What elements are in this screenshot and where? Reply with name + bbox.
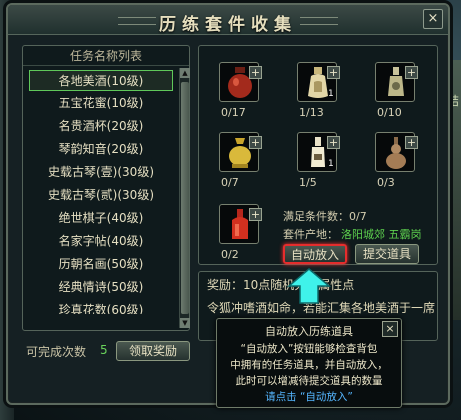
completion-count-label: 可完成次数 [26, 345, 87, 359]
tooltip-line: “自动放入”按钮能够检查背包 [240, 343, 378, 355]
reward-label: 奖励：10点随机分配属性点 [207, 278, 355, 292]
slot-count: 0/17 [221, 106, 246, 119]
task-list-item[interactable]: 史载古琴(贰)(30级) [29, 185, 173, 206]
slot-count: 0/3 [377, 176, 395, 189]
slot-count: 0/10 [377, 106, 402, 119]
add-item-icon[interactable]: + [327, 136, 340, 149]
add-item-icon[interactable]: + [249, 66, 262, 79]
tooltip-body: “自动放入”按钮能够检查背包 中拥有的任务道具，并自动放入， 此时可以增减待提交… [223, 341, 395, 405]
add-item-icon[interactable]: + [327, 66, 340, 79]
collection-panel: + 0/17 1 + 1/13 + 0/10 + 0/7 1 + 1/5 + 0… [198, 45, 438, 265]
auto-fill-button[interactable]: 自动放入 [283, 244, 347, 264]
slot-count: 0/7 [221, 176, 239, 189]
task-list-item[interactable]: 史载古琴(壹)(30级) [29, 162, 173, 183]
scroll-up-icon[interactable]: ▲ [180, 68, 190, 78]
list-scrollbar[interactable]: ▲ ▼ [179, 68, 190, 328]
task-list-item[interactable]: 珍真花数(60级) [29, 300, 173, 314]
origin-value: 洛阳城郊 五霸岗 [341, 228, 422, 241]
claim-reward-button[interactable]: 领取奖励 [116, 341, 190, 361]
tooltip-link[interactable]: 请点击 “自动放入” [223, 389, 395, 405]
add-item-icon[interactable]: + [405, 136, 418, 149]
task-list-item[interactable]: 历朝名画(50级) [29, 254, 173, 275]
task-list-item[interactable]: 经典情诗(50级) [29, 277, 173, 298]
add-item-icon[interactable]: + [249, 136, 262, 149]
title-bar[interactable]: 历练套件收集 × [8, 5, 448, 35]
owned-count: 1 [328, 159, 334, 169]
window-title: 历练套件收集 [159, 15, 297, 35]
scroll-thumb[interactable] [181, 82, 189, 314]
slot-count: 1/5 [299, 176, 317, 189]
scroll-down-icon[interactable]: ▼ [180, 318, 190, 328]
submit-items-button[interactable]: 提交道具 [355, 244, 419, 264]
task-list-panel: 任务名称列表 各地美酒(10级) 五宝花蜜(10级) 名贵酒杯(20级) 琴韵知… [22, 45, 190, 331]
auto-fill-tooltip: 自动放入历练道具 × “自动放入”按钮能够检查背包 中拥有的任务道具，并自动放入… [216, 318, 402, 408]
completion-count-value: 5 [100, 343, 108, 357]
origin-label: 套件产地： [283, 228, 338, 241]
tooltip-line: 此时可以增减待提交道具的数量 [235, 375, 383, 387]
tooltip-close-icon[interactable]: × [382, 321, 398, 337]
task-list-item[interactable]: 五宝花蜜(10级) [29, 93, 173, 114]
owned-count: 1 [328, 89, 334, 99]
tooltip-line: 中拥有的任务道具，并自动放入， [230, 359, 388, 371]
condition-count: 满足条件数：0/7 [283, 210, 367, 223]
pointer-arrow-icon [287, 268, 331, 304]
slot-count: 1/13 [299, 106, 324, 119]
task-list-item[interactable]: 各地美酒(10级) [29, 70, 173, 91]
task-list-item[interactable]: 名家字帖(40级) [29, 231, 173, 252]
slot-count: 0/2 [221, 248, 239, 261]
task-list-item[interactable]: 琴韵知音(20级) [29, 139, 173, 160]
task-list-header: 任务名称列表 [23, 46, 189, 66]
task-list-item[interactable]: 名贵酒杯(20级) [29, 116, 173, 137]
tooltip-title: 自动放入历练道具 [265, 325, 353, 338]
close-icon[interactable]: × [423, 9, 443, 29]
add-item-icon[interactable]: + [249, 208, 262, 221]
add-item-icon[interactable]: + [405, 66, 418, 79]
task-list-item[interactable]: 绝世棋子(40级) [29, 208, 173, 229]
